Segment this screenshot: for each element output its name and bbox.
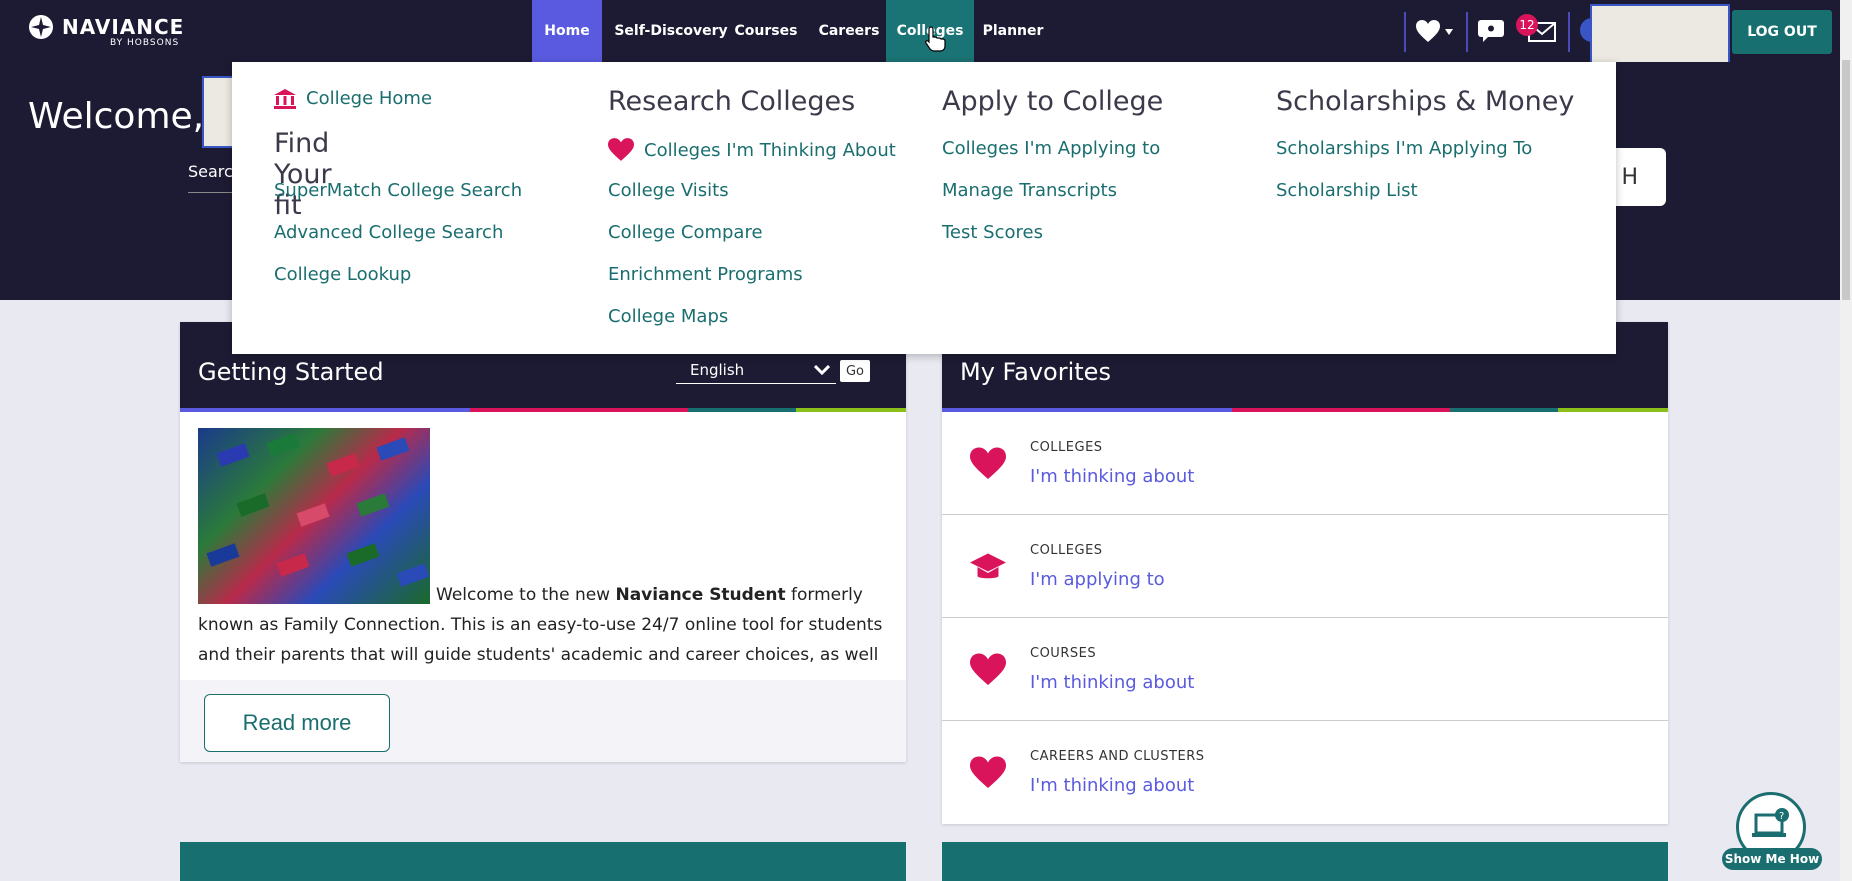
nav-tab-planner[interactable]: Planner — [978, 0, 1048, 62]
show-me-how-label: Show Me How — [1722, 848, 1822, 870]
scholarships-applying-link[interactable]: Scholarships I'm Applying To — [1276, 138, 1532, 159]
read-more-area: Read more — [180, 680, 906, 762]
show-me-how-widget[interactable]: ? Show Me How — [1720, 792, 1824, 872]
hand-cursor-icon — [925, 26, 946, 52]
card-title: My Favorites — [960, 358, 1111, 386]
colleges-thinking-link[interactable]: Colleges I'm Thinking About — [608, 138, 896, 162]
supermatch-link[interactable]: SuperMatch College Search — [274, 180, 522, 201]
getting-started-card: Getting Started English Go Welcome to th… — [180, 322, 906, 762]
manage-transcripts-link[interactable]: Manage Transcripts — [942, 180, 1117, 201]
favorite-row[interactable]: COURSES I'm thinking about — [942, 618, 1668, 721]
read-more-button[interactable]: Read more — [204, 694, 390, 752]
card-title: Getting Started — [198, 358, 384, 386]
header-divider — [1568, 12, 1570, 52]
color-stripe — [688, 408, 796, 412]
menu-heading: Find Your fit — [274, 128, 332, 221]
advanced-search-link[interactable]: Advanced College Search — [274, 222, 503, 243]
heart-icon — [608, 138, 634, 161]
favorite-link[interactable]: I'm thinking about — [1030, 672, 1194, 693]
college-visits-link[interactable]: College Visits — [608, 180, 729, 201]
college-home-link[interactable]: College Home — [274, 88, 432, 109]
graduation-photo — [198, 428, 430, 604]
nav-tab-home[interactable]: Home — [532, 0, 602, 62]
brand-name: NAVIANCE — [62, 15, 185, 39]
message-count-badge: 12 — [1516, 14, 1538, 36]
favorite-row[interactable]: COLLEGES I'm applying to — [942, 515, 1668, 618]
test-scores-link[interactable]: Test Scores — [942, 222, 1043, 243]
favorite-category: COURSES — [1030, 646, 1097, 661]
language-select[interactable]: English — [676, 356, 836, 384]
header-divider — [1404, 12, 1406, 52]
search-underline — [188, 192, 232, 193]
menu-heading: Scholarships & Money — [1276, 86, 1575, 117]
color-stripe — [796, 408, 906, 412]
color-stripe — [470, 408, 688, 412]
nav-tab-courses[interactable]: Courses — [735, 0, 798, 62]
chat-icon[interactable] — [1478, 20, 1504, 42]
favorite-row[interactable]: COLLEGES I'm thinking about — [942, 412, 1668, 515]
search-input[interactable]: Searc — [188, 162, 233, 181]
college-lookup-link[interactable]: College Lookup — [274, 264, 411, 285]
svg-text:?: ? — [1779, 811, 1784, 822]
college-building-icon — [274, 88, 296, 109]
go-button[interactable]: Go — [840, 360, 870, 382]
nav-tab-self-discovery[interactable]: Self-Discovery — [606, 0, 736, 62]
color-stripe — [180, 408, 470, 412]
menu-heading: Apply to College — [942, 86, 1164, 117]
scholarship-list-link[interactable]: Scholarship List — [1276, 180, 1418, 201]
favorite-category: COLLEGES — [1030, 543, 1103, 558]
college-maps-link[interactable]: College Maps — [608, 306, 728, 327]
graduation-cap-icon — [970, 553, 1006, 579]
colleges-mega-menu: College Home Find Your fit SuperMatch Co… — [232, 62, 1616, 354]
laptop-help-icon: ? — [1752, 808, 1789, 837]
favorite-category: COLLEGES — [1030, 440, 1103, 455]
favorite-row[interactable]: CAREERS AND CLUSTERS I'm thinking about — [942, 721, 1668, 824]
college-compare-link[interactable]: College Compare — [608, 222, 763, 243]
favorite-link[interactable]: I'm applying to — [1030, 569, 1165, 590]
welcome-heading: Welcome, — [28, 96, 205, 137]
favorite-link[interactable]: I'm thinking about — [1030, 466, 1194, 487]
my-favorites-card: My Favorites COLLEGES I'm thinking about… — [942, 322, 1668, 824]
scrollbar-thumb[interactable] — [1842, 60, 1850, 300]
brand-subtitle: BY HOBSONS — [110, 38, 180, 48]
favorite-category: CAREERS AND CLUSTERS — [1030, 749, 1205, 764]
heart-icon — [970, 756, 1006, 788]
colleges-applying-link[interactable]: Colleges I'm Applying to — [942, 138, 1160, 159]
naviance-student-bold: Naviance Student — [615, 585, 786, 605]
language-selected: English — [690, 360, 745, 379]
compass-icon — [29, 15, 53, 39]
bottom-card-header — [942, 842, 1668, 881]
naviance-logo[interactable]: NAVIANCE BY HOBSONS — [28, 14, 184, 48]
chevron-down-icon — [814, 364, 830, 375]
enrichment-programs-link[interactable]: Enrichment Programs — [608, 264, 803, 285]
bottom-card-header — [180, 842, 906, 881]
header-divider — [1466, 12, 1468, 52]
favorite-link[interactable]: I'm thinking about — [1030, 775, 1194, 796]
heart-icon — [970, 447, 1006, 479]
heart-icon — [970, 653, 1006, 685]
logout-button[interactable]: LOG OUT — [1732, 10, 1832, 54]
menu-heading: Research Colleges — [608, 86, 856, 117]
favorites-heart-dropdown-icon[interactable] — [1416, 20, 1454, 44]
nav-tab-careers[interactable]: Careers — [814, 0, 884, 62]
